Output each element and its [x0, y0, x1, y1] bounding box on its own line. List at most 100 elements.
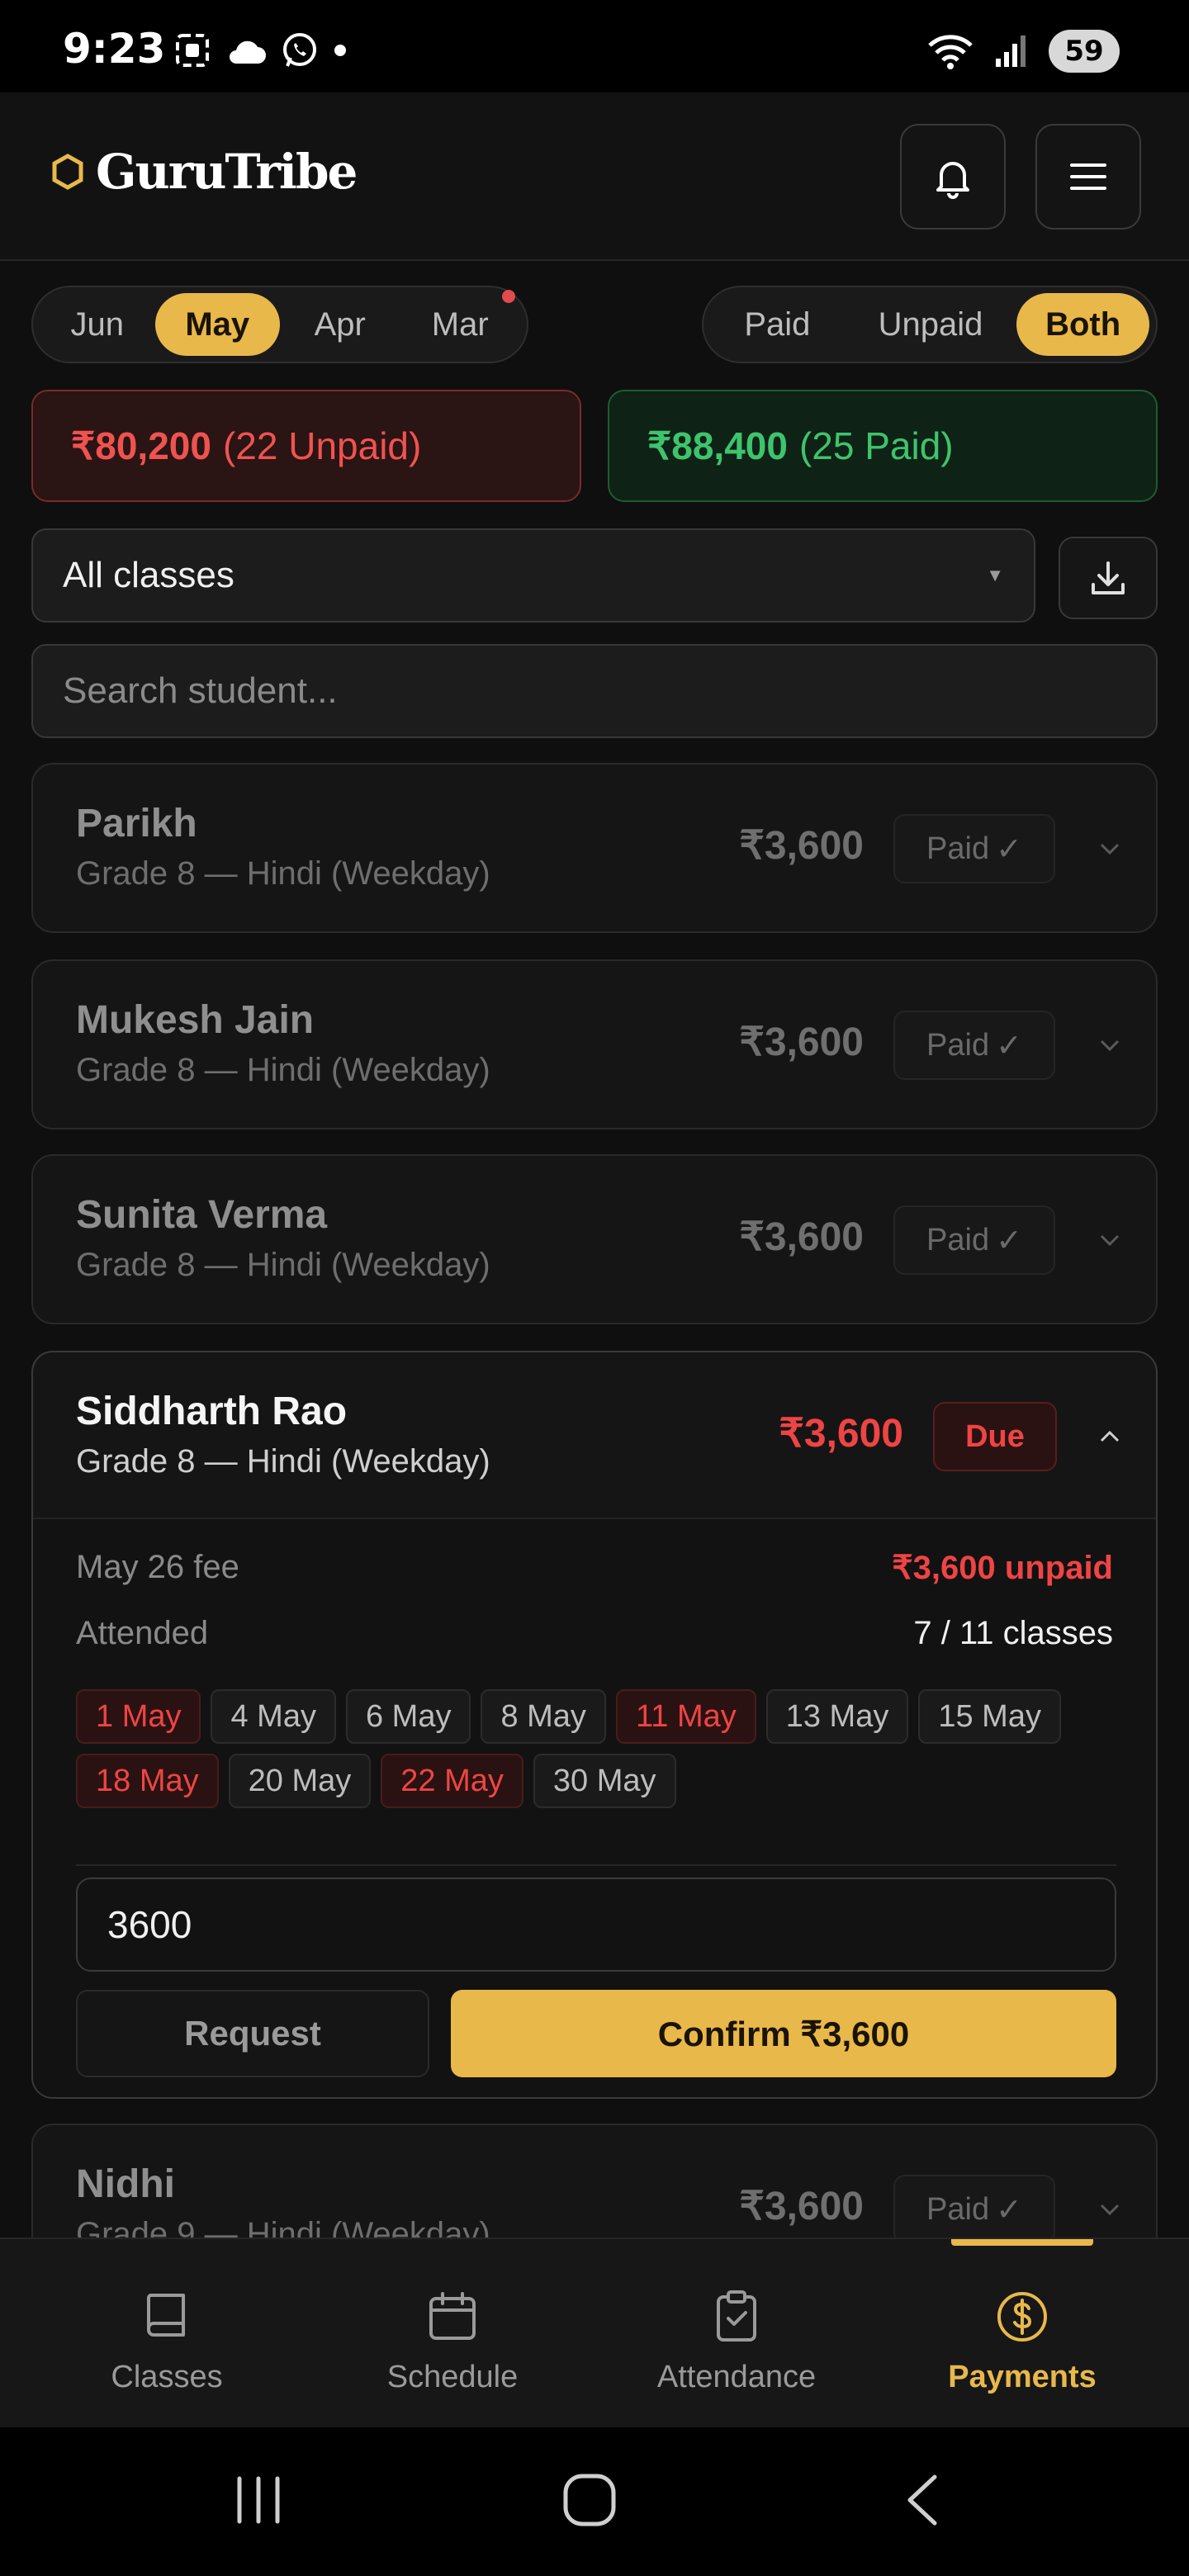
paid-count: (25 Paid) [798, 424, 954, 467]
date-chip-absent: 11 May [615, 1689, 756, 1744]
month-selector: Jun May Apr Mar [31, 286, 528, 363]
date-chip-absent: 22 May [381, 1754, 523, 1808]
fee-value: ₹3,600 unpaid [892, 1550, 1113, 1586]
student-card[interactable]: Sunita Verma Grade 8 — Hindi (Weekday) ₹… [31, 1154, 1158, 1324]
date-chip: 8 May [481, 1689, 606, 1744]
student-name: Siddharth Rao [76, 1390, 348, 1433]
chevron-down-icon[interactable] [1097, 2196, 1123, 2223]
checkmark-icon: ✓ [996, 831, 1022, 867]
date-chip: 15 May [918, 1689, 1061, 1744]
student-amount: ₹3,600 [739, 2185, 864, 2228]
student-name: Mukesh Jain [76, 998, 315, 1042]
chevron-down-icon[interactable] [1097, 1032, 1123, 1058]
tab-month-mar[interactable]: Mar [400, 290, 521, 356]
payment-amount-input[interactable] [76, 1878, 1116, 1972]
date-chip: 6 May [345, 1689, 471, 1744]
student-amount: ₹3,600 [779, 1412, 903, 1456]
unpaid-total: ₹80,200 [71, 424, 211, 467]
tab-month-may[interactable]: May [154, 293, 280, 356]
nav-classes[interactable]: Classes [18, 2239, 315, 2429]
home-icon[interactable] [561, 2472, 618, 2528]
chevron-down-icon[interactable] [1097, 836, 1123, 862]
student-amount: ₹3,600 [739, 824, 864, 868]
status-badge-label: Paid [926, 2191, 990, 2227]
confirm-payment-button[interactable]: Confirm ₹3,600 [451, 1990, 1116, 2077]
dropdown-caret-icon: ▼ [986, 565, 1004, 585]
student-amount: ₹3,600 [739, 1020, 864, 1064]
dot-icon [334, 45, 346, 56]
nav-attendance[interactable]: Attendance [588, 2239, 885, 2429]
student-card[interactable]: Parikh Grade 8 — Hindi (Weekday) ₹3,600 … [31, 763, 1158, 933]
nav-label: Payments [948, 2360, 1097, 2394]
unpaid-count: (22 Unpaid) [222, 424, 422, 467]
date-chip: 13 May [765, 1689, 909, 1744]
status-badge-paid: Paid ✓ [893, 814, 1055, 883]
status-badge-label: Paid [926, 1222, 990, 1257]
book-icon [146, 2294, 185, 2337]
date-chip: 20 May [228, 1754, 372, 1808]
paid-total: ₹88,400 [647, 424, 788, 467]
payment-status-filter: Paid Unpaid Both [702, 286, 1158, 363]
back-icon[interactable] [902, 2472, 943, 2528]
whatsapp-icon [283, 33, 316, 67]
chevron-up-icon[interactable] [1097, 1423, 1123, 1450]
status-badge-label: Paid [926, 1027, 990, 1063]
status-notification-icons [173, 31, 348, 69]
app-title: GuruTribe [96, 144, 358, 200]
nav-label: Classes [111, 2360, 223, 2394]
checkmark-icon: ✓ [996, 1028, 1022, 1063]
nav-label: Schedule [386, 2360, 519, 2394]
status-bar: 9:23 59 [0, 0, 1189, 92]
signal-icon [996, 36, 1026, 67]
student-class: Grade 8 — Hindi (Weekday) [76, 855, 490, 892]
date-chip-absent: 1 May [76, 1689, 201, 1744]
class-select[interactable]: All classes ▼ [31, 528, 1035, 623]
student-card[interactable]: Mukesh Jain Grade 8 — Hindi (Weekday) ₹3… [31, 959, 1158, 1129]
filter-both[interactable]: Both [1016, 293, 1150, 356]
checkmark-icon: ✓ [996, 2192, 1022, 2228]
student-name: Sunita Verma [76, 1193, 328, 1237]
fee-label: May 26 fee [76, 1549, 239, 1585]
nav-schedule[interactable]: Schedule [304, 2239, 601, 2429]
recent-apps-icon[interactable] [233, 2474, 284, 2526]
app-logo[interactable]: GuruTribe [51, 144, 358, 200]
status-badge-paid: Paid ✓ [893, 2175, 1055, 2244]
attended-value: 7 / 11 classes [913, 1615, 1113, 1651]
date-chip-absent: 18 May [76, 1754, 219, 1808]
status-time: 9:23 [63, 25, 166, 73]
battery-indicator: 59 [1049, 30, 1120, 73]
status-badge-paid: Paid ✓ [893, 1205, 1055, 1275]
attendance-dates: 1 May 4 May 6 May 8 May 11 May 13 May 15… [76, 1689, 1116, 1808]
status-badge-paid: Paid ✓ [893, 1011, 1055, 1080]
menu-button[interactable] [1035, 124, 1141, 230]
date-chip: 30 May [533, 1754, 676, 1808]
app-header: GuruTribe [0, 92, 1189, 261]
search-student-input[interactable] [31, 644, 1158, 738]
student-amount: ₹3,600 [739, 1215, 864, 1259]
student-card-expanded[interactable]: Siddharth Rao Grade 8 — Hindi (Weekday) … [31, 1351, 1158, 2099]
unpaid-summary-card[interactable]: ₹80,200 (22 Unpaid) [31, 390, 581, 502]
chevron-down-icon[interactable] [1097, 1227, 1123, 1253]
tab-month-mar-label: Mar [431, 305, 489, 343]
cloud-icon [230, 40, 266, 64]
filter-paid[interactable]: Paid [710, 293, 845, 356]
nav-label: Attendance [656, 2360, 817, 2394]
notifications-button[interactable] [900, 124, 1006, 230]
request-button[interactable]: Request [76, 1990, 429, 2077]
screenshot-icon [176, 34, 209, 67]
nav-payments[interactable]: Payments [874, 2239, 1171, 2429]
hexagon-logo-icon [52, 154, 83, 190]
tab-month-jun[interactable]: Jun [40, 293, 155, 356]
student-class: Grade 8 — Hindi (Weekday) [76, 1052, 490, 1088]
calendar-icon [429, 2292, 476, 2340]
paid-summary-card[interactable]: ₹88,400 (25 Paid) [608, 390, 1158, 502]
status-badge-due: Due [933, 1402, 1057, 1471]
download-icon [1092, 561, 1125, 594]
download-button[interactable] [1059, 537, 1158, 619]
attended-label: Attended [76, 1615, 209, 1651]
date-chip: 4 May [211, 1689, 336, 1744]
system-navigation-bar [0, 2427, 1189, 2576]
tab-month-apr[interactable]: Apr [280, 293, 400, 356]
bell-icon [936, 162, 969, 199]
filter-unpaid[interactable]: Unpaid [845, 293, 1016, 356]
